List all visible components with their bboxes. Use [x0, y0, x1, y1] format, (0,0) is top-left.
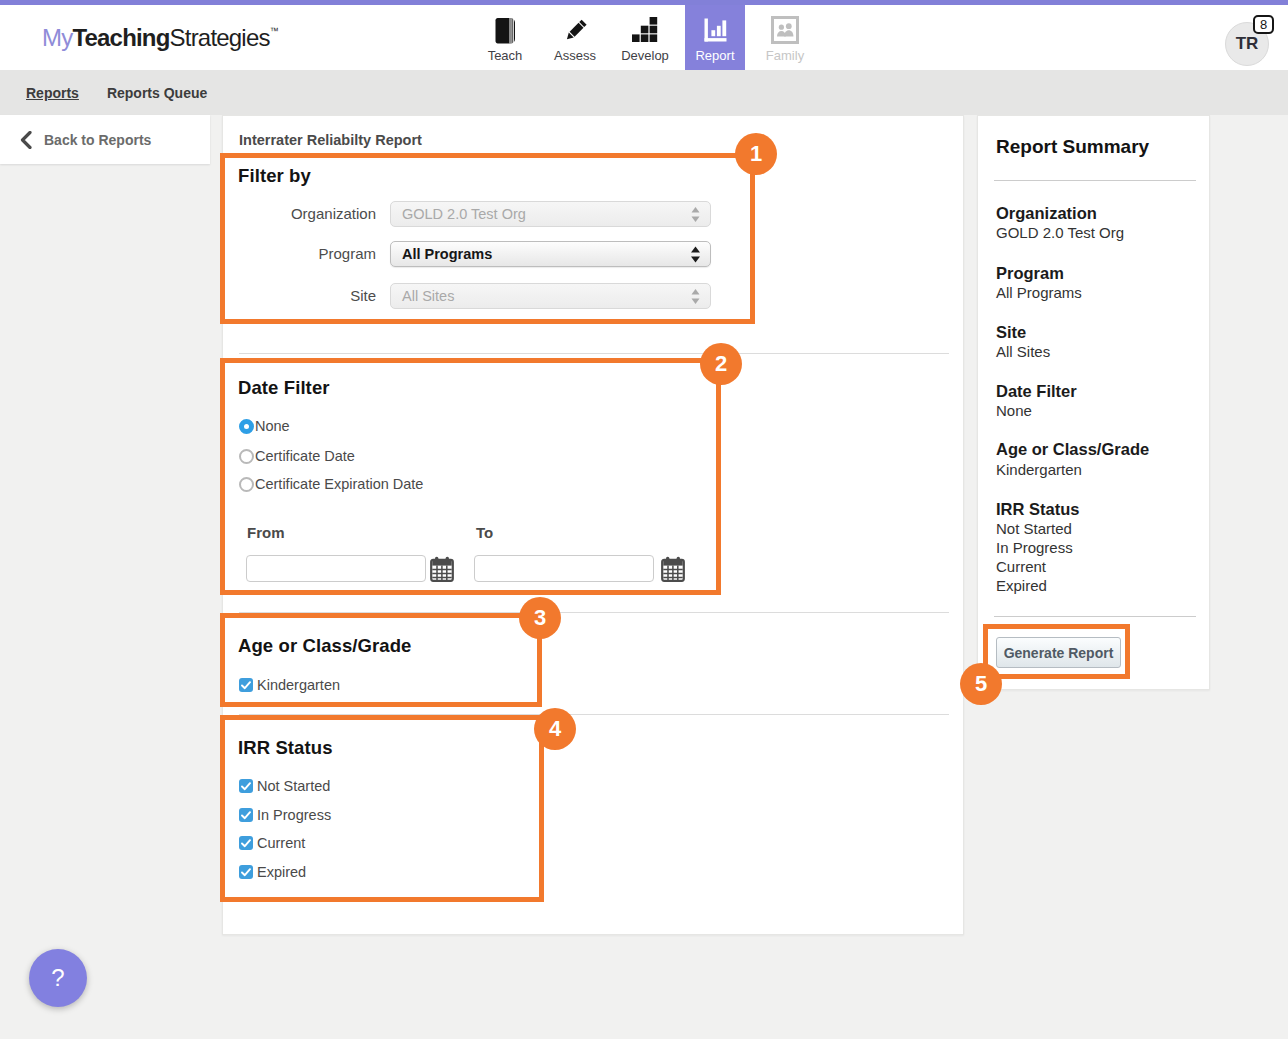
nav-tab-label: Report — [695, 49, 734, 63]
logo-teaching: Teaching — [72, 24, 169, 52]
annotation-badge-1: 1 — [735, 133, 777, 175]
nav-tab-teach[interactable]: Teach — [475, 5, 535, 70]
pencil-icon — [562, 14, 589, 46]
notification-badge[interactable]: 8 — [1253, 15, 1274, 34]
subnav-tab-reports-queue[interactable]: Reports Queue — [107, 85, 207, 101]
page-title: Interrater Reliabilty Report — [239, 132, 422, 149]
nav-tab-assess[interactable]: Assess — [545, 5, 605, 70]
back-to-reports-link[interactable]: Back to Reports — [0, 115, 210, 164]
back-to-reports-label: Back to Reports — [44, 132, 151, 148]
app-logo[interactable]: MyTeachingStrategies™ — [42, 5, 278, 70]
annotation-box-2 — [220, 358, 721, 595]
annotation-box-4 — [220, 715, 544, 902]
stacked-blocks-icon — [632, 14, 658, 46]
bar-chart-icon — [702, 14, 729, 46]
summary-site-label: Site — [996, 322, 1026, 342]
annotation-badge-2: 2 — [700, 343, 742, 385]
summary-age-grade-label: Age or Class/Grade — [996, 439, 1149, 459]
page: MyTeachingStrategies™ Teach — [0, 0, 1288, 1039]
annotation-box-3 — [220, 613, 542, 707]
annotation-box-1 — [220, 153, 755, 324]
summary-program-value: All Programs — [996, 283, 1082, 302]
section-divider — [239, 353, 949, 354]
summary-site-value: All Sites — [996, 342, 1050, 361]
logo-strategies: Strategies — [170, 24, 270, 52]
subnav-tab-reports[interactable]: Reports — [26, 85, 79, 101]
nav-tab-develop[interactable]: Develop — [615, 5, 675, 70]
summary-irr-status-value: In Progress — [996, 538, 1073, 557]
summary-divider — [994, 180, 1196, 181]
summary-organization-value: GOLD 2.0 Test Org — [996, 223, 1124, 242]
report-summary-card: Report Summary Organization GOLD 2.0 Tes… — [977, 115, 1210, 690]
summary-divider — [994, 616, 1196, 617]
help-button[interactable]: ? — [29, 949, 87, 1007]
nav-tab-label: Develop — [621, 49, 669, 63]
help-question-mark: ? — [51, 964, 64, 992]
notification-count: 8 — [1260, 17, 1267, 32]
sidebar: Back to Reports — [0, 115, 210, 164]
logo-my: My — [42, 24, 72, 52]
reports-subnav: Reports Reports Queue — [0, 70, 1288, 115]
annotation-badge-4: 4 — [534, 708, 576, 750]
primary-nav: Teach Assess — [475, 5, 825, 70]
nav-tab-label: Assess — [554, 49, 596, 63]
logo-trademark: ™ — [270, 26, 278, 36]
nav-tab-label: Family — [766, 49, 804, 63]
summary-date-filter-value: None — [996, 401, 1032, 420]
summary-age-grade-value: Kindergarten — [996, 460, 1082, 479]
annotation-box-5 — [983, 624, 1130, 679]
photo-people-icon — [771, 14, 799, 46]
summary-irr-status-value: Current — [996, 557, 1046, 576]
avatar-initials: TR — [1236, 34, 1259, 54]
report-summary-heading: Report Summary — [996, 135, 1149, 159]
nav-tab-family[interactable]: Family — [755, 5, 815, 70]
summary-program-label: Program — [996, 263, 1064, 283]
app-header: MyTeachingStrategies™ Teach — [0, 5, 1288, 70]
annotation-badge-3: 3 — [519, 597, 561, 639]
summary-irr-status-value: Not Started — [996, 519, 1072, 538]
nav-tab-label: Teach — [488, 49, 523, 63]
summary-irr-status-label: IRR Status — [996, 499, 1079, 519]
summary-irr-status-value: Expired — [996, 576, 1047, 595]
nav-tab-report[interactable]: Report — [685, 5, 745, 70]
summary-date-filter-label: Date Filter — [996, 381, 1077, 401]
book-icon — [492, 14, 518, 46]
annotation-badge-5: 5 — [960, 663, 1002, 705]
summary-organization-label: Organization — [996, 203, 1097, 223]
chevron-left-icon — [20, 131, 32, 149]
